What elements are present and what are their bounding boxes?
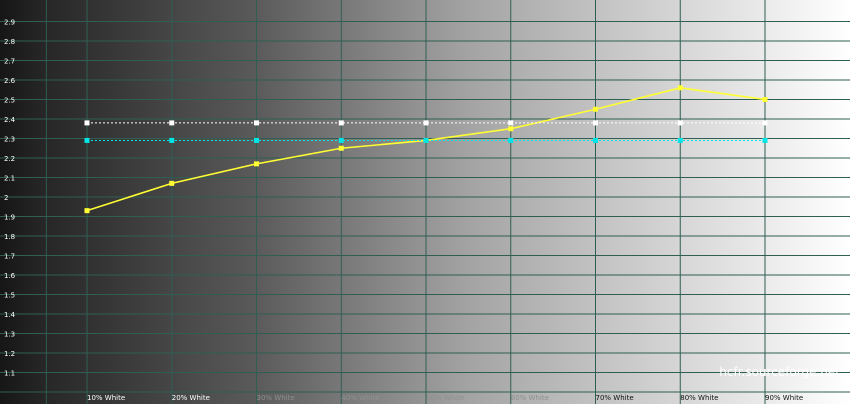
series-0-point — [254, 161, 259, 167]
x-tick-label: 20% White — [172, 394, 210, 402]
y-tick-label: 1.9 — [4, 214, 15, 222]
series-1-point — [338, 120, 344, 126]
y-tick-label: 2.3 — [4, 136, 15, 144]
series-2-point — [762, 137, 768, 143]
watermark-text: hcfr.sourceforge.net — [719, 365, 840, 379]
series-1-point — [677, 120, 683, 126]
gamma-chart: 1.1 1.2 1.3 1.4 1.5 1.6 1.7 1.8 1.9 2 2.1 2.2 2.3 2.4… — [0, 0, 850, 404]
series-1-point — [169, 120, 175, 126]
x-tick-label: 60% White — [511, 394, 549, 402]
y-tick-label: 1.5 — [4, 292, 15, 300]
series-2-point — [423, 137, 429, 143]
y-tick-label: 1.2 — [4, 350, 15, 358]
x-tick-label: 50% White — [426, 394, 464, 402]
y-tick-label: 1.3 — [4, 331, 15, 339]
x-tick-label: 70% White — [596, 394, 634, 402]
x-tick-label: 90% White — [765, 394, 803, 402]
series-0-point — [677, 85, 683, 91]
x-tick-label: 40% White — [341, 394, 379, 402]
series-2-point — [84, 137, 90, 143]
series-2-point — [677, 137, 683, 143]
series-2-point — [593, 137, 598, 143]
y-tick-label: 2 — [4, 194, 8, 202]
series-1-point — [508, 120, 514, 126]
x-axis-labels: 10% White 20% White 30% White 40% White 50% … — [87, 394, 803, 402]
x-tick-label: 10% White — [87, 394, 125, 402]
y-tick-label: 2.2 — [4, 155, 15, 163]
y-tick-label: 1.8 — [4, 233, 15, 241]
series-2-point — [508, 137, 514, 143]
y-tick-label: 2.5 — [4, 97, 15, 105]
series-1-point — [423, 120, 429, 126]
y-tick-label: 1.6 — [4, 272, 16, 280]
series-2-point — [254, 137, 259, 143]
y-tick-label: 1.4 — [4, 311, 16, 319]
y-tick-label: 2.1 — [4, 175, 15, 183]
y-tick-label: 1.1 — [4, 370, 15, 378]
y-tick-label: 1.7 — [4, 253, 15, 261]
series-0-point — [508, 126, 514, 132]
series-0-point — [84, 208, 90, 214]
series-2-point — [169, 137, 175, 143]
y-tick-label: 2.7 — [4, 58, 15, 66]
y-tick-label: 2.6 — [4, 77, 16, 85]
y-tick-label: 2.9 — [4, 19, 15, 27]
series-2-point — [338, 137, 344, 143]
x-tick-label: 30% White — [257, 394, 295, 402]
series-0-point — [593, 106, 598, 112]
y-tick-label: 2.4 — [4, 116, 16, 124]
series-1-point — [762, 120, 768, 126]
series-0-point — [338, 145, 344, 151]
series-1-point — [593, 120, 598, 126]
series-0-point — [169, 180, 175, 186]
series-0-point — [762, 97, 768, 102]
y-tick-label: 2.8 — [4, 38, 15, 46]
series-1-point — [84, 120, 90, 126]
series-1-point — [254, 120, 259, 126]
x-tick-label: 80% White — [680, 394, 718, 402]
